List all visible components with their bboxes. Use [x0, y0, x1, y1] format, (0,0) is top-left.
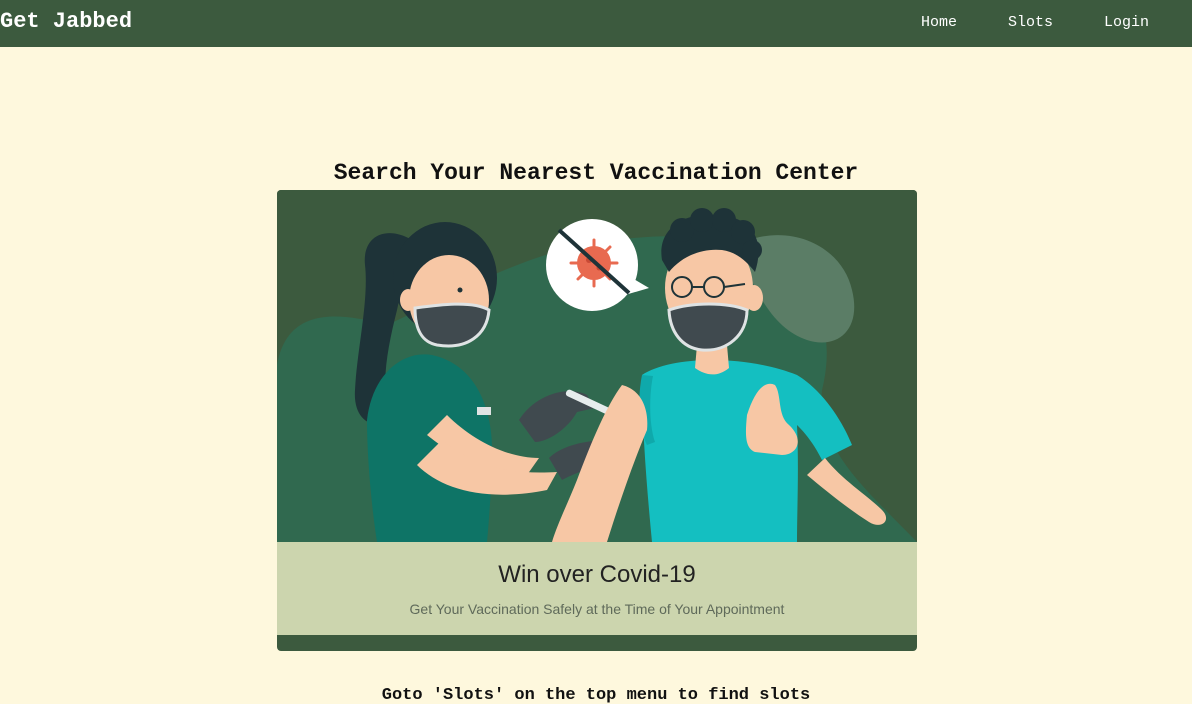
vaccination-illustration — [277, 190, 917, 542]
top-navbar: Get Jabbed Home Slots Login — [0, 0, 1192, 47]
feature-card: Win over Covid-19 Get Your Vaccination S… — [277, 190, 917, 651]
brand-logo[interactable]: Get Jabbed — [0, 8, 132, 36]
card-title: Win over Covid-19 — [498, 561, 696, 588]
nav-link-home[interactable]: Home — [921, 13, 957, 33]
page-heading: Search Your Nearest Vaccination Center — [333, 160, 859, 187]
nav-link-slots[interactable]: Slots — [1008, 13, 1053, 33]
patient-ear — [745, 285, 763, 311]
card-caption: Win over Covid-19 Get Your Vaccination S… — [277, 542, 917, 635]
slots-hint: Goto 'Slots' on the top menu to find slo… — [381, 686, 811, 704]
nurse-eye — [457, 287, 463, 293]
nav-link-login[interactable]: Login — [1104, 13, 1149, 33]
card-text: Get Your Vaccination Safely at the Time … — [409, 601, 785, 617]
nurse-badge — [477, 407, 491, 415]
